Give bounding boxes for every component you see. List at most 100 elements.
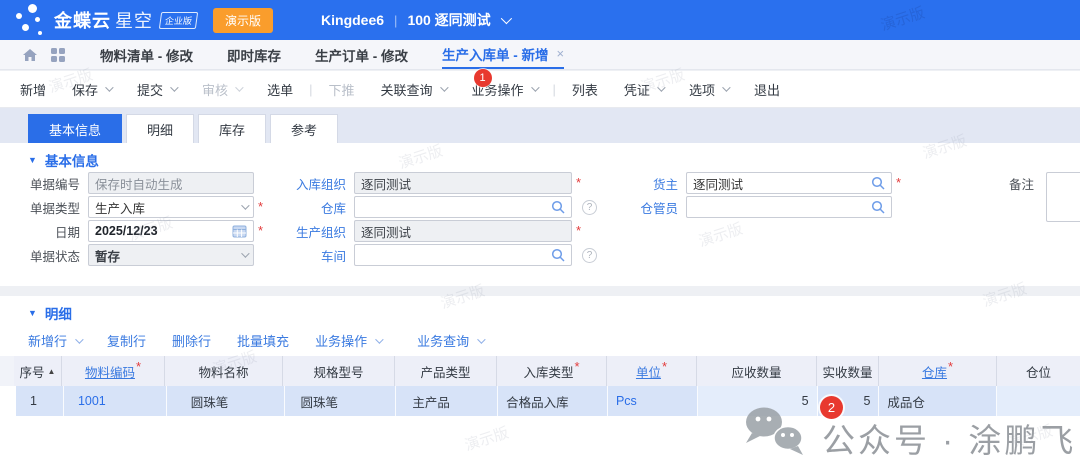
apps-grid-icon[interactable] [50,40,66,69]
warehouse-keeper-label[interactable]: 仓管员 [640,198,686,217]
tab-basic-info[interactable]: 基本信息 [28,114,122,143]
doc-tab-production-order[interactable]: 生产订单 - 修改 [315,40,408,69]
business-operation-button[interactable]: 1 业务操作 [472,80,537,99]
calendar-icon[interactable] [232,224,247,238]
col-header-material-name[interactable]: 物料名称 [165,356,283,386]
warehouse-keeper-input[interactable] [686,196,892,218]
col-header-bin[interactable]: 仓位 [997,356,1080,386]
list-button[interactable]: 列表 [572,80,598,99]
doc-tab-production-inbound[interactable]: 生产入库单 - 新增 × [442,40,564,69]
chevron-down-icon [531,83,539,91]
document-tab-bar: 物料清单 - 修改 即时库存 生产订单 - 修改 生产入库单 - 新增 × [0,40,1080,70]
workshop-label[interactable]: 车间 [292,246,354,265]
warehouse-input[interactable] [354,196,572,218]
owner-input[interactable]: 逐同测试 [686,172,892,194]
col-header-product-type[interactable]: 产品类型 [395,356,497,386]
warehouse-label[interactable]: 仓库 [292,198,354,217]
search-icon[interactable] [871,200,885,214]
sort-asc-icon[interactable]: ▲ [48,367,56,376]
col-header-seq[interactable]: 序号▲ [14,356,62,386]
field-doc-status: 单据状态 暂存 [26,244,254,266]
form-section-tabs: 基本信息 明细 库存 参考 [0,108,1080,143]
delete-row-button[interactable]: 删除行 [172,331,211,350]
detail-business-query-button[interactable]: 业务查询 [417,331,483,350]
col-header-warehouse[interactable]: 仓库* [879,356,997,386]
col-header-qty-received[interactable]: 实收数量 [817,356,879,386]
search-icon[interactable] [551,200,565,214]
field-owner: 货主 逐同测试 * [640,172,901,194]
doc-type-select[interactable]: 生产入库 [88,196,254,218]
exit-button[interactable]: 退出 [754,80,780,99]
required-asterisk: * [576,226,581,236]
owner-label[interactable]: 货主 [640,174,686,193]
cell-inbound-type[interactable]: 合格品入库 [498,386,608,416]
help-icon[interactable]: ? [582,248,597,263]
tab-detail[interactable]: 明细 [126,114,194,143]
cell-qty-receivable[interactable]: 5 [698,386,818,416]
date-input[interactable]: 2025/12/23 [88,220,254,242]
cell-material-code[interactable]: 1001 [64,386,167,416]
submit-button[interactable]: 提交 [137,80,176,99]
help-icon[interactable]: ? [582,200,597,215]
chevron-down-icon [241,201,249,209]
doc-no-input: 保存时自动生成 [88,172,254,194]
field-production-org: 生产组织 逐同测试 * [292,220,581,242]
save-button[interactable]: 保存 [72,80,111,99]
kingdee-app-window: 金蝶云 星空 企业版 演示版 Kingdee6 | 100 逐同测试 演示版 物… [0,0,1080,472]
remark-textarea[interactable] [1046,172,1080,222]
basic-info-header[interactable]: ▼ 基本信息 [28,150,99,170]
required-asterisk: * [662,362,667,372]
col-header-material-code[interactable]: 物料编码* [62,356,165,386]
batch-fill-button[interactable]: 批量填充 [237,331,289,350]
cell-unit[interactable]: Pcs [608,386,698,416]
current-org[interactable]: 100 逐同测试 [407,10,490,30]
col-header-inbound-type[interactable]: 入库类型* [497,356,607,386]
table-row[interactable]: 1 1001 圆珠笔 圆珠笔 主产品 合格品入库 Pcs 5 5 成品仓 [0,386,1080,416]
chevron-down-icon [375,335,383,343]
field-doc-no: 单据编号 保存时自动生成 [26,172,254,194]
detail-header[interactable]: ▼ 明细 [28,303,72,323]
chevron-down-icon [657,83,665,91]
cell-warehouse[interactable]: 成品仓 [879,386,997,416]
collapse-triangle-icon: ▼ [28,155,37,165]
production-org-label[interactable]: 生产组织 [292,222,354,241]
date-label: 日期 [26,222,88,241]
col-header-unit[interactable]: 单位* [607,356,697,386]
chevron-down-icon [170,83,178,91]
cell-bin[interactable] [997,386,1080,416]
demo-version-badge: 演示版 [213,8,273,33]
cell-qty-received[interactable]: 5 [818,386,880,416]
product-name: Kingdee6 [321,12,384,28]
col-header-qty-receivable[interactable]: 应收数量 [697,356,817,386]
org-chevron-down-icon[interactable] [500,13,511,24]
options-button[interactable]: 选项 [689,80,728,99]
field-workshop: 车间 ? [292,244,597,266]
close-tab-icon[interactable]: × [557,46,565,61]
cell-spec[interactable]: 圆珠笔 [285,386,397,416]
detail-business-operation-button[interactable]: 业务操作 [315,331,381,350]
tab-reference[interactable]: 参考 [270,114,338,143]
home-icon[interactable] [22,40,38,69]
col-header-spec[interactable]: 规格型号 [283,356,395,386]
pick-button[interactable]: 选单 [267,80,293,99]
new-button[interactable]: 新增 [20,80,46,99]
field-date: 日期 2025/12/23 * [26,220,263,242]
kingdee-logo-icon [14,3,48,37]
audit-button: 审核 [202,80,241,99]
doc-tab-material-list[interactable]: 物料清单 - 修改 [100,40,193,69]
tab-inventory[interactable]: 库存 [198,114,266,143]
inbound-org-label[interactable]: 入库组织 [292,174,354,193]
workshop-input[interactable] [354,244,572,266]
cell-material-name[interactable]: 圆珠笔 [167,386,285,416]
doc-type-label: 单据类型 [26,198,88,217]
add-row-button[interactable]: 新增行 [28,331,81,350]
required-asterisk: * [896,178,901,188]
doc-tab-instant-inventory[interactable]: 即时库存 [227,40,281,69]
search-icon[interactable] [551,248,565,262]
cell-product-type[interactable]: 主产品 [396,386,498,416]
doc-no-label: 单据编号 [26,174,88,193]
copy-row-button[interactable]: 复制行 [107,331,146,350]
related-query-button[interactable]: 关联查询 [380,80,445,99]
voucher-button[interactable]: 凭证 [624,80,663,99]
search-icon[interactable] [871,176,885,190]
